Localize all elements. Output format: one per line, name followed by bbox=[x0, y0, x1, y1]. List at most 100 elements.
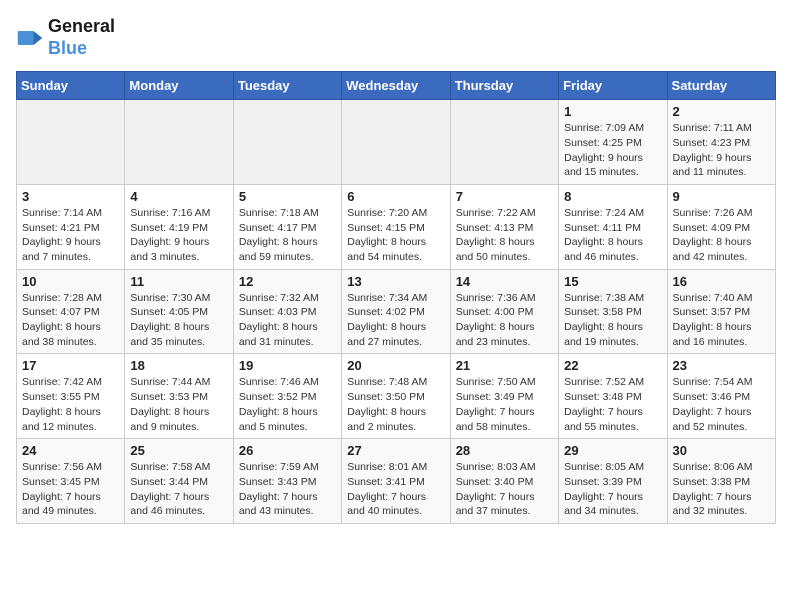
calendar-cell: 4 Sunrise: 7:16 AM Sunset: 4:19 PM Daylig… bbox=[125, 184, 233, 269]
day-info: Sunrise: 7:22 AM Sunset: 4:13 PM Dayligh… bbox=[456, 206, 553, 265]
weekday-header-row: SundayMondayTuesdayWednesdayThursdayFrid… bbox=[17, 72, 776, 100]
header: GeneralBlue bbox=[16, 16, 776, 59]
weekday-header: Monday bbox=[125, 72, 233, 100]
calendar-week-row: 24 Sunrise: 7:56 AM Sunset: 3:45 PM Dayli… bbox=[17, 439, 776, 524]
calendar-cell: 14Sunrise: 7:36 AM Sunset: 4:00 PM Dayli… bbox=[450, 269, 558, 354]
logo: GeneralBlue bbox=[16, 16, 115, 59]
calendar-cell: 8 Sunrise: 7:24 AM Sunset: 4:11 PM Daylig… bbox=[559, 184, 667, 269]
calendar-cell: 27 Sunrise: 8:01 AM Sunset: 3:41 PM Dayli… bbox=[342, 439, 450, 524]
weekday-header: Wednesday bbox=[342, 72, 450, 100]
day-number: 25 bbox=[130, 443, 227, 458]
calendar-cell bbox=[342, 100, 450, 185]
day-info: Sunrise: 7:44 AM Sunset: 3:53 PM Dayligh… bbox=[130, 375, 227, 434]
calendar-cell: 1 Sunrise: 7:09 AM Sunset: 4:25 PM Daylig… bbox=[559, 100, 667, 185]
day-number: 28 bbox=[456, 443, 553, 458]
weekday-header: Saturday bbox=[667, 72, 775, 100]
calendar-cell: 10 Sunrise: 7:28 AM Sunset: 4:07 PM Dayli… bbox=[17, 269, 125, 354]
day-number: 15 bbox=[564, 274, 661, 289]
calendar-cell bbox=[233, 100, 341, 185]
day-number: 30 bbox=[673, 443, 770, 458]
day-number: 29 bbox=[564, 443, 661, 458]
day-number: 17 bbox=[22, 358, 119, 373]
day-info: Sunrise: 7:24 AM Sunset: 4:11 PM Dayligh… bbox=[564, 206, 661, 265]
day-number: 7 bbox=[456, 189, 553, 204]
day-number: 20 bbox=[347, 358, 444, 373]
calendar-cell: 17 Sunrise: 7:42 AM Sunset: 3:55 PM Dayli… bbox=[17, 354, 125, 439]
calendar-cell: 25Sunrise: 7:58 AM Sunset: 3:44 PM Dayli… bbox=[125, 439, 233, 524]
day-number: 23 bbox=[673, 358, 770, 373]
calendar-cell: 5Sunrise: 7:18 AM Sunset: 4:17 PM Daylig… bbox=[233, 184, 341, 269]
day-info: Sunrise: 7:18 AM Sunset: 4:17 PM Dayligh… bbox=[239, 206, 336, 265]
calendar-cell: 7 Sunrise: 7:22 AM Sunset: 4:13 PM Daylig… bbox=[450, 184, 558, 269]
calendar-cell: 18 Sunrise: 7:44 AM Sunset: 3:53 PM Dayli… bbox=[125, 354, 233, 439]
day-number: 26 bbox=[239, 443, 336, 458]
day-info: Sunrise: 7:28 AM Sunset: 4:07 PM Dayligh… bbox=[22, 291, 119, 350]
day-number: 2 bbox=[673, 104, 770, 119]
calendar-week-row: 1 Sunrise: 7:09 AM Sunset: 4:25 PM Daylig… bbox=[17, 100, 776, 185]
day-number: 1 bbox=[564, 104, 661, 119]
calendar-body: 1 Sunrise: 7:09 AM Sunset: 4:25 PM Daylig… bbox=[17, 100, 776, 524]
day-info: Sunrise: 7:40 AM Sunset: 3:57 PM Dayligh… bbox=[673, 291, 770, 350]
calendar-cell bbox=[125, 100, 233, 185]
day-info: Sunrise: 7:42 AM Sunset: 3:55 PM Dayligh… bbox=[22, 375, 119, 434]
calendar-week-row: 10 Sunrise: 7:28 AM Sunset: 4:07 PM Dayli… bbox=[17, 269, 776, 354]
calendar-cell: 28 Sunrise: 8:03 AM Sunset: 3:40 PM Dayli… bbox=[450, 439, 558, 524]
day-info: Sunrise: 7:36 AM Sunset: 4:00 PM Dayligh… bbox=[456, 291, 553, 350]
day-info: Sunrise: 7:48 AM Sunset: 3:50 PM Dayligh… bbox=[347, 375, 444, 434]
day-info: Sunrise: 7:52 AM Sunset: 3:48 PM Dayligh… bbox=[564, 375, 661, 434]
day-info: Sunrise: 7:34 AM Sunset: 4:02 PM Dayligh… bbox=[347, 291, 444, 350]
weekday-header: Friday bbox=[559, 72, 667, 100]
day-info: Sunrise: 7:50 AM Sunset: 3:49 PM Dayligh… bbox=[456, 375, 553, 434]
day-number: 4 bbox=[130, 189, 227, 204]
calendar-cell: 21 Sunrise: 7:50 AM Sunset: 3:49 PM Dayli… bbox=[450, 354, 558, 439]
logo-icon bbox=[16, 24, 44, 52]
weekday-header: Sunday bbox=[17, 72, 125, 100]
day-number: 24 bbox=[22, 443, 119, 458]
calendar-cell: 16 Sunrise: 7:40 AM Sunset: 3:57 PM Dayli… bbox=[667, 269, 775, 354]
day-info: Sunrise: 7:14 AM Sunset: 4:21 PM Dayligh… bbox=[22, 206, 119, 265]
day-info: Sunrise: 7:54 AM Sunset: 3:46 PM Dayligh… bbox=[673, 375, 770, 434]
day-info: Sunrise: 8:05 AM Sunset: 3:39 PM Dayligh… bbox=[564, 460, 661, 519]
day-number: 8 bbox=[564, 189, 661, 204]
day-info: Sunrise: 8:01 AM Sunset: 3:41 PM Dayligh… bbox=[347, 460, 444, 519]
day-number: 16 bbox=[673, 274, 770, 289]
calendar-week-row: 17 Sunrise: 7:42 AM Sunset: 3:55 PM Dayli… bbox=[17, 354, 776, 439]
day-info: Sunrise: 7:46 AM Sunset: 3:52 PM Dayligh… bbox=[239, 375, 336, 434]
calendar-cell: 11Sunrise: 7:30 AM Sunset: 4:05 PM Dayli… bbox=[125, 269, 233, 354]
calendar-cell bbox=[450, 100, 558, 185]
day-number: 3 bbox=[22, 189, 119, 204]
day-number: 13 bbox=[347, 274, 444, 289]
calendar-cell: 3 Sunrise: 7:14 AM Sunset: 4:21 PM Daylig… bbox=[17, 184, 125, 269]
day-info: Sunrise: 7:30 AM Sunset: 4:05 PM Dayligh… bbox=[130, 291, 227, 350]
calendar-cell: 13 Sunrise: 7:34 AM Sunset: 4:02 PM Dayli… bbox=[342, 269, 450, 354]
calendar-cell: 19Sunrise: 7:46 AM Sunset: 3:52 PM Dayli… bbox=[233, 354, 341, 439]
day-info: Sunrise: 7:56 AM Sunset: 3:45 PM Dayligh… bbox=[22, 460, 119, 519]
logo-text: GeneralBlue bbox=[48, 16, 115, 59]
day-info: Sunrise: 8:03 AM Sunset: 3:40 PM Dayligh… bbox=[456, 460, 553, 519]
calendar-cell: 29 Sunrise: 8:05 AM Sunset: 3:39 PM Dayli… bbox=[559, 439, 667, 524]
calendar-cell: 24 Sunrise: 7:56 AM Sunset: 3:45 PM Dayli… bbox=[17, 439, 125, 524]
calendar-week-row: 3 Sunrise: 7:14 AM Sunset: 4:21 PM Daylig… bbox=[17, 184, 776, 269]
day-number: 18 bbox=[130, 358, 227, 373]
calendar: SundayMondayTuesdayWednesdayThursdayFrid… bbox=[16, 71, 776, 524]
day-number: 9 bbox=[673, 189, 770, 204]
calendar-cell: 22 Sunrise: 7:52 AM Sunset: 3:48 PM Dayli… bbox=[559, 354, 667, 439]
calendar-cell: 23 Sunrise: 7:54 AM Sunset: 3:46 PM Dayli… bbox=[667, 354, 775, 439]
day-info: Sunrise: 7:20 AM Sunset: 4:15 PM Dayligh… bbox=[347, 206, 444, 265]
day-info: Sunrise: 7:11 AM Sunset: 4:23 PM Dayligh… bbox=[673, 121, 770, 180]
calendar-cell: 2 Sunrise: 7:11 AM Sunset: 4:23 PM Daylig… bbox=[667, 100, 775, 185]
day-info: Sunrise: 7:32 AM Sunset: 4:03 PM Dayligh… bbox=[239, 291, 336, 350]
day-info: Sunrise: 7:59 AM Sunset: 3:43 PM Dayligh… bbox=[239, 460, 336, 519]
weekday-header: Tuesday bbox=[233, 72, 341, 100]
day-info: Sunrise: 7:16 AM Sunset: 4:19 PM Dayligh… bbox=[130, 206, 227, 265]
day-number: 22 bbox=[564, 358, 661, 373]
calendar-cell: 30Sunrise: 8:06 AM Sunset: 3:38 PM Dayli… bbox=[667, 439, 775, 524]
day-info: Sunrise: 7:09 AM Sunset: 4:25 PM Dayligh… bbox=[564, 121, 661, 180]
calendar-cell: 15 Sunrise: 7:38 AM Sunset: 3:58 PM Dayli… bbox=[559, 269, 667, 354]
calendar-cell: 12Sunrise: 7:32 AM Sunset: 4:03 PM Dayli… bbox=[233, 269, 341, 354]
day-number: 21 bbox=[456, 358, 553, 373]
day-number: 27 bbox=[347, 443, 444, 458]
day-info: Sunrise: 7:38 AM Sunset: 3:58 PM Dayligh… bbox=[564, 291, 661, 350]
weekday-header: Thursday bbox=[450, 72, 558, 100]
day-number: 10 bbox=[22, 274, 119, 289]
